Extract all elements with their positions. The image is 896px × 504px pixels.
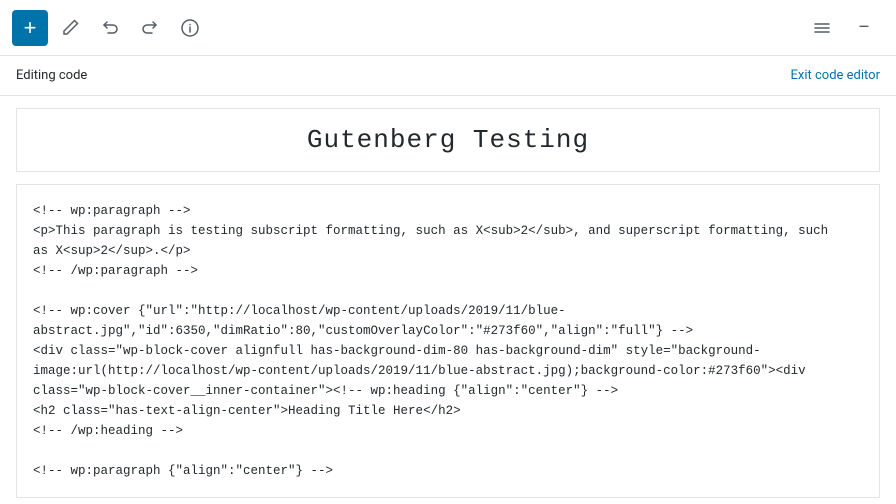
pencil-icon: [60, 18, 80, 38]
toolbar: + –: [0, 0, 896, 56]
edit-icon-button[interactable]: [52, 10, 88, 46]
hamburger-icon: [812, 18, 832, 38]
redo-button[interactable]: [132, 10, 168, 46]
undo-icon: [100, 18, 120, 38]
editing-code-label: Editing code: [16, 68, 87, 83]
add-block-button[interactable]: +: [12, 10, 48, 46]
post-title: Gutenberg Testing: [33, 125, 863, 155]
more-options-button[interactable]: [804, 10, 840, 46]
plus-icon: +: [24, 17, 37, 39]
exit-code-editor-link[interactable]: Exit code editor: [791, 68, 880, 83]
title-area: Gutenberg Testing: [16, 108, 880, 172]
info-icon: [180, 18, 200, 38]
editing-code-bar: Editing code Exit code editor: [0, 56, 896, 96]
window-control: –: [858, 17, 870, 38]
redo-icon: [140, 18, 160, 38]
undo-button[interactable]: [92, 10, 128, 46]
info-button[interactable]: [172, 10, 208, 46]
code-editor-area[interactable]: <!-- wp:paragraph --> <p>This paragraph …: [16, 184, 880, 498]
